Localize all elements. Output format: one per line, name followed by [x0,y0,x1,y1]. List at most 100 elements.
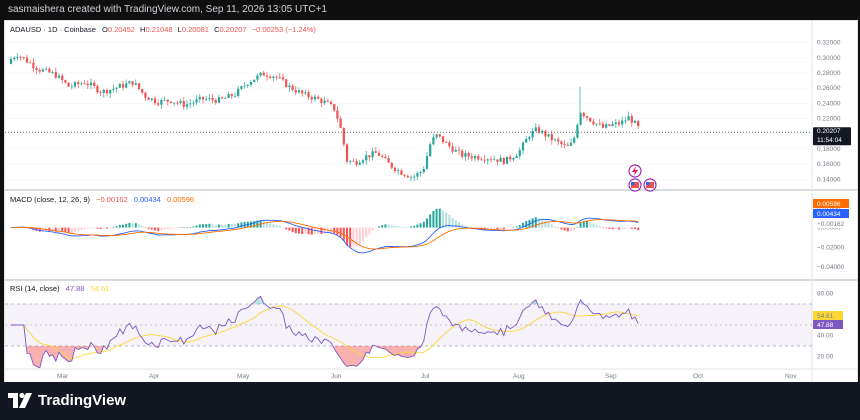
candle-body [294,89,297,93]
macd-bar [634,227,636,230]
macd-bar [438,208,441,228]
svg-text:54.61: 54.61 [817,313,834,320]
candle-body [45,68,48,70]
macd-bar [630,227,633,229]
candle-body [141,88,144,93]
macd-bar [278,226,281,228]
price-tick-label: 0.30000 [817,55,841,62]
candle-body [633,120,637,123]
candle-body [493,159,496,161]
macd-bar [419,223,422,228]
time-axis[interactable]: Mar Apr May Jun Jul Aug Sep Oct Nov [57,373,797,380]
candle-body [627,116,630,121]
macd-bar [410,226,412,228]
candle-body [448,142,451,147]
candle-body [13,57,16,59]
candle-body [29,62,32,64]
macd-bar [586,221,588,228]
macd-bar [509,227,512,229]
macd-bar [157,227,160,232]
brand[interactable]: TradingView [8,391,126,409]
macd-bar [349,227,352,248]
candle-body [445,142,448,143]
rsi-tick-label: 40.00 [817,333,834,340]
candle-body [611,123,614,126]
price-axis[interactable]: 0.32000 0.30000 0.28000 0.26000 0.24000 0.220… [817,40,841,184]
candle-body [349,160,352,162]
candle-body [77,82,80,85]
event-icons[interactable] [628,164,657,192]
candle-body [499,157,502,162]
chart-frame[interactable]: ADAUSD · 1D · Coinbase O0.20452 H0.21048… [4,20,858,383]
macd-bar [426,218,428,228]
price-tick-label: 0.14000 [817,176,841,183]
candle-body [489,159,493,161]
candle-body [217,97,221,103]
candle-body [457,149,461,151]
candle-body [320,98,323,104]
candle-body [285,79,288,88]
macd-bar [621,227,624,230]
svg-text:−0.00162: −0.00162 [817,221,845,228]
candle-body [198,96,201,100]
macd-bar [90,227,92,229]
candle-body [473,156,477,159]
svg-text:11:54:04: 11:54:04 [817,137,842,144]
candle-body [147,97,150,100]
macd-bar [605,227,608,229]
price-tick-label: 0.22000 [817,116,841,123]
candle-body [608,124,611,126]
macd-bar [499,227,502,229]
macd-signal-line [11,219,639,250]
macd-bar [371,227,374,231]
candle-body [560,141,563,145]
candle-body [144,92,147,98]
candle-body [339,118,342,128]
macd-bar [381,225,384,228]
candle-body [269,76,272,78]
candle-body [256,75,259,80]
macd-bar [422,221,425,228]
macd-bar [218,224,220,228]
candle-body [278,77,281,79]
candle-body [211,97,214,101]
candle-body [166,99,169,102]
candle-body [185,104,189,107]
candle-body [505,156,509,164]
candle-body [22,57,25,58]
macd-bar [493,227,496,230]
time-tick-label: Apr [149,373,160,380]
candle-body [173,102,176,104]
macd-bar [397,226,400,228]
candle-body [9,58,13,64]
macd-bar [413,225,416,228]
macd-bar [637,227,640,231]
candle-body [189,103,192,105]
macd-bar [64,227,67,233]
candle-body [371,151,374,158]
candle-body [470,156,473,159]
chart-svg[interactable]: ADAUSD · 1D · Coinbase O0.20452 H0.21048… [5,21,857,382]
candle-body [509,156,512,160]
time-tick-label: Jun [331,373,342,380]
candle-body [214,100,217,103]
change-value: −0.00253 (−1.24%) [252,25,317,34]
candle-body [96,85,99,93]
macd-bar [234,224,236,228]
candle-body [157,103,160,105]
candle-body [54,72,57,78]
candle-body [109,89,112,94]
candle-body [368,155,371,158]
candles[interactable] [9,52,640,182]
candle-body [272,76,275,78]
candle-body [461,150,464,157]
rsi-tick-label: 20.00 [817,354,834,361]
candle-body [454,149,457,152]
brand-name: TradingView [38,391,127,409]
candle-body [32,62,35,69]
price-tick-label: 0.18000 [817,146,841,153]
svg-text:0.00596: 0.00596 [817,201,841,208]
candle-body [150,98,153,100]
candle-body [281,77,285,80]
candle-body [617,122,621,125]
